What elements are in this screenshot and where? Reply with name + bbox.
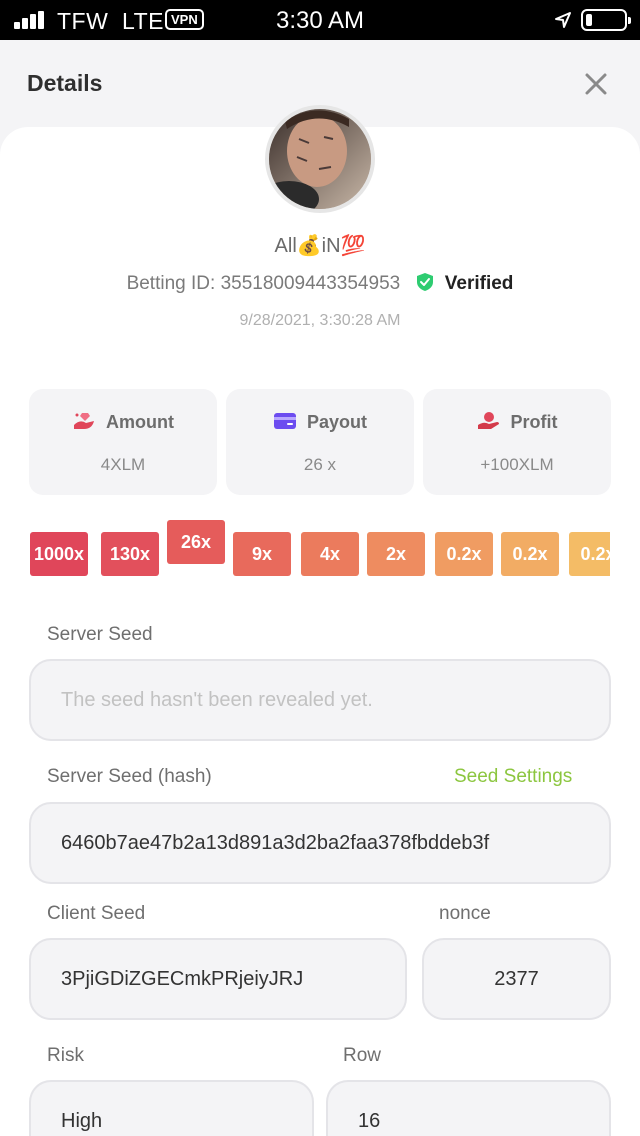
verified-label: Verified [444, 273, 514, 294]
avatar [265, 105, 375, 213]
battery-icon [581, 9, 631, 31]
amount-label: Amount [106, 412, 174, 432]
profit-card: Profit +100XLM [423, 389, 611, 495]
client-seed-label: Client Seed [47, 903, 146, 924]
card-icon [273, 413, 296, 429]
nonce-label: nonce [439, 903, 491, 924]
multiplier-tile: 0.2x [569, 532, 610, 576]
username: All💰iN💯 [274, 235, 366, 257]
risk-label: Risk [47, 1045, 84, 1066]
payout-value: 26 x [303, 455, 337, 474]
server-seed-hash-label: Server Seed (hash) [47, 766, 212, 787]
betting-id-value: 35518009443354953 [220, 273, 401, 294]
multiplier-tile: 0.2x [435, 532, 493, 576]
verified-shield-icon [417, 273, 434, 291]
profit-value: +100XLM [480, 455, 554, 474]
multiplier-tile: 2x [367, 532, 425, 576]
gem-hand-icon [74, 413, 94, 429]
server-seed-hash-field[interactable]: 6460b7ae47b2a13d891a3d2ba2faa378fbddeb3f [29, 802, 611, 884]
server-seed-label: Server Seed [47, 624, 153, 645]
clock: 3:30 AM [275, 7, 365, 34]
row-label: Row [343, 1045, 382, 1066]
hand-coin-icon [477, 412, 499, 429]
profit-label: Profit [510, 412, 558, 432]
client-seed-field[interactable]: 3PjiGDiZGECmkPRjeiyJRJ [29, 938, 407, 1020]
seed-settings-link[interactable]: Seed Settings [454, 766, 572, 788]
location-arrow-icon [555, 12, 571, 28]
amount-card: Amount 4XLM [29, 389, 217, 495]
amount-value: 4XLM [100, 455, 146, 474]
status-bar: TFW LTE VPN 3:30 AM [0, 0, 640, 40]
page-title: Details [27, 70, 103, 96]
close-icon[interactable] [584, 72, 608, 96]
multiplier-tile: 4x [301, 532, 359, 576]
multiplier-tile: 26x [167, 520, 225, 564]
betting-id-row: Betting ID: 35518009443354953 Verified [0, 272, 640, 295]
risk-field[interactable]: High [29, 1080, 314, 1136]
multiplier-tile: 1000x [30, 532, 88, 576]
row-field[interactable]: 16 [326, 1080, 611, 1136]
payout-card: Payout 26 x [226, 389, 414, 495]
nonce-field[interactable]: 2377 [422, 938, 611, 1020]
betting-id-label: Betting ID: [126, 273, 216, 294]
multiplier-tile: 0.2x [501, 532, 559, 576]
bet-timestamp: 9/28/2021, 3:30:28 AM [239, 312, 401, 329]
multiplier-row: 1000x130x26x9x4x2x0.2x0.2x0.2x [30, 518, 610, 580]
server-seed-field[interactable]: The seed hasn't been revealed yet. [29, 659, 611, 741]
payout-label: Payout [306, 412, 367, 432]
multiplier-tile: 9x [233, 532, 291, 576]
multiplier-tile: 130x [101, 532, 159, 576]
